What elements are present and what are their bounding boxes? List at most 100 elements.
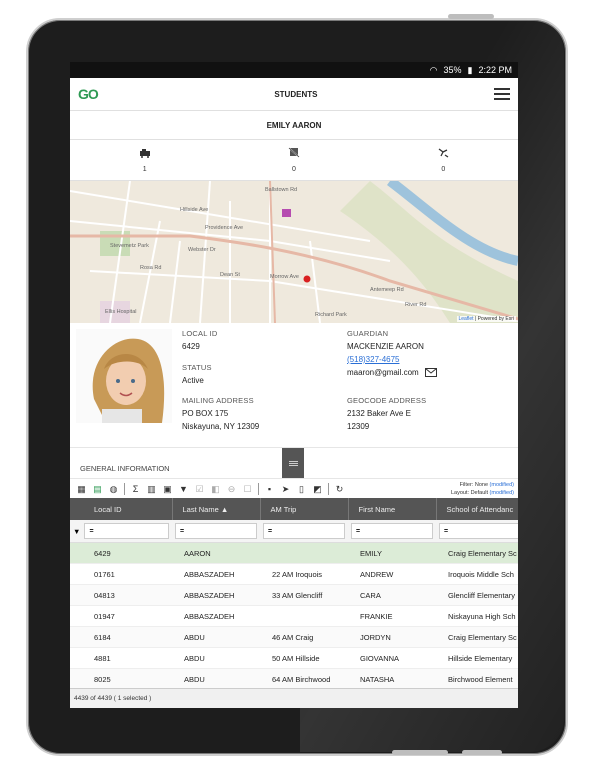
stat-route[interactable]: 0	[369, 140, 518, 180]
cell-school: Iroquois Middle Sch	[436, 563, 518, 585]
cell-last-name: ABDU	[172, 647, 260, 669]
filter-modified-link[interactable]: (modified)	[490, 482, 514, 488]
app-logo[interactable]: GO	[78, 86, 99, 102]
status-value: Active	[182, 376, 204, 385]
map-label-ballstown: Ballstown Rd	[265, 187, 297, 193]
stat-no-bus-value: 0	[292, 166, 296, 173]
cell-last-name: ABBASZADEH	[172, 563, 260, 585]
location-map[interactable]: Hillside Ave Providence Ave Ballstown Rd…	[70, 181, 518, 323]
filter-input-first-name[interactable]: =	[351, 523, 433, 539]
edit-icon[interactable]: ◧	[210, 484, 221, 495]
filter-cell-local-id: ▼ =	[70, 520, 172, 543]
stat-bus[interactable]: 1	[70, 140, 219, 180]
refresh-icon[interactable]: ↻	[334, 484, 345, 495]
filter-input-am-trip[interactable]: =	[263, 523, 345, 539]
map-label-webster: Webster Dr	[188, 247, 216, 253]
layout-value: Default	[470, 490, 489, 496]
cell-school: Craig Elementary Sc	[436, 542, 518, 564]
guardian-name: MACKENZIE AARON	[347, 342, 424, 351]
filter-cell-am-trip: =	[260, 520, 348, 543]
table-row[interactable]: 6429 AARON EMILY Craig Elementary Sc	[70, 542, 518, 564]
table-row[interactable]: 4881 ABDU 50 AM Hillside GIOVANNA Hillsi…	[70, 647, 518, 669]
stat-no-bus[interactable]: 0	[219, 140, 368, 180]
clear-icon[interactable]: ☐	[242, 484, 253, 495]
cell-am-trip: 64 AM Birchwood	[260, 668, 348, 690]
map-label-morrow: Morrow Ave	[270, 274, 299, 280]
cell-first-name: NATASHA	[348, 668, 436, 690]
table-row[interactable]: 01761 ABBASZADEH 22 AM Iroquois ANDREW I…	[70, 563, 518, 585]
cell-local-id: 04813	[70, 584, 172, 606]
student-profile: LOCAL ID 6429 STATUS Active MAILING ADDR…	[70, 323, 518, 448]
school-marker[interactable]	[282, 209, 291, 217]
map-icon[interactable]: ◩	[312, 484, 323, 495]
filter-input-last-name[interactable]: =	[175, 523, 257, 539]
filter-input-school[interactable]: =	[439, 523, 518, 539]
columns-icon[interactable]: ▥	[146, 484, 157, 495]
cell-last-name: AARON	[172, 542, 260, 564]
cell-last-name: ABDU	[172, 626, 260, 648]
remove-icon[interactable]: ⊖	[226, 484, 237, 495]
geocode-line1: 2132 Baker Ave E	[347, 409, 411, 418]
col-am-trip[interactable]: AM Trip	[260, 498, 349, 520]
map-label-river: River Rd	[405, 302, 426, 308]
send-icon[interactable]: ➤	[280, 484, 291, 495]
filter-row: ▼ = = = = =	[70, 520, 518, 543]
status-block: STATUS Active	[182, 361, 212, 387]
layout-icon[interactable]: ▣	[162, 484, 173, 495]
cell-am-trip	[260, 542, 348, 564]
filter-input-local-id[interactable]: =	[84, 523, 169, 539]
cell-school: Hillside Elementary	[436, 647, 518, 669]
stats-bar: 1 0 0	[70, 140, 518, 181]
sum-icon[interactable]: Σ	[130, 484, 141, 495]
wifi-icon: ◠	[429, 64, 438, 75]
filter-icon[interactable]: ▼	[178, 484, 189, 495]
map-label-hospital: Ellis Hospital	[105, 309, 136, 315]
student-photo	[76, 329, 172, 423]
cell-local-id: 01761	[70, 563, 172, 585]
geocode-block: GEOCODE ADDRESS 2132 Baker Ave E 12309	[347, 394, 426, 433]
checkbox-icon[interactable]: ☑	[194, 484, 205, 495]
map-label-rosa: Rosa Rd	[140, 265, 161, 271]
avatar	[76, 329, 172, 423]
cell-am-trip: 46 AM Craig	[260, 626, 348, 648]
table-row[interactable]: 8025 ABDU 64 AM Birchwood NATASHA Birchw…	[70, 668, 518, 690]
filter-cell-first-name: =	[348, 520, 436, 543]
cell-local-id: 01947	[70, 605, 172, 627]
layout-label: Layout:	[451, 490, 470, 496]
student-location-marker[interactable]	[303, 275, 311, 283]
email-icon[interactable]	[424, 368, 437, 377]
tablet-power-button	[448, 14, 494, 19]
toolbar-divider	[124, 483, 125, 495]
table-row[interactable]: 6184 ABDU 46 AM Craig JORDYN Craig Eleme…	[70, 626, 518, 648]
grid-view-icon[interactable]: ▦	[76, 484, 87, 495]
col-first-name[interactable]: First Name	[348, 498, 437, 520]
map-canvas: Hillside Ave Providence Ave Ballstown Rd…	[70, 181, 518, 323]
app-header: GO STUDENTS	[70, 78, 518, 111]
map-label-providence: Providence Ave	[205, 225, 243, 231]
general-info-label[interactable]: GENERAL INFORMATION	[80, 464, 170, 473]
guardian-email: maaron@gmail.com	[347, 368, 419, 377]
local-id-value: 6429	[182, 342, 200, 351]
cell-last-name: ABDU	[172, 668, 260, 690]
cell-am-trip	[260, 605, 348, 627]
drag-handle[interactable]	[282, 448, 304, 478]
layout-modified-link[interactable]: (modified)	[490, 490, 514, 496]
stat-bus-value: 1	[142, 165, 147, 173]
document-icon[interactable]: ▯	[296, 484, 307, 495]
globe-icon[interactable]: ◍	[108, 484, 119, 495]
menu-icon[interactable]	[494, 88, 510, 100]
save-icon[interactable]: ▪	[264, 484, 275, 495]
col-local-id[interactable]: Local ID	[70, 498, 173, 520]
leaflet-link[interactable]: Leaflet	[459, 316, 474, 322]
col-school[interactable]: School of Attendanc	[436, 498, 518, 520]
spreadsheet-icon[interactable]: ▤	[92, 484, 103, 495]
general-info-section: GENERAL INFORMATION	[70, 448, 518, 479]
col-last-name[interactable]: Last Name ▲	[172, 498, 261, 520]
local-id-label: LOCAL ID	[182, 329, 218, 338]
cell-first-name: CARA	[348, 584, 436, 606]
filter-cell-last-name: =	[172, 520, 260, 543]
attribution-text: | Powered by Esri	[474, 316, 514, 322]
guardian-phone-link[interactable]: (518)327-4675	[347, 353, 437, 366]
table-row[interactable]: 01947 ABBASZADEH FRANKIE Niskayuna High …	[70, 605, 518, 627]
table-row[interactable]: 04813 ABBASZADEH 33 AM Glencliff CARA Gl…	[70, 584, 518, 606]
